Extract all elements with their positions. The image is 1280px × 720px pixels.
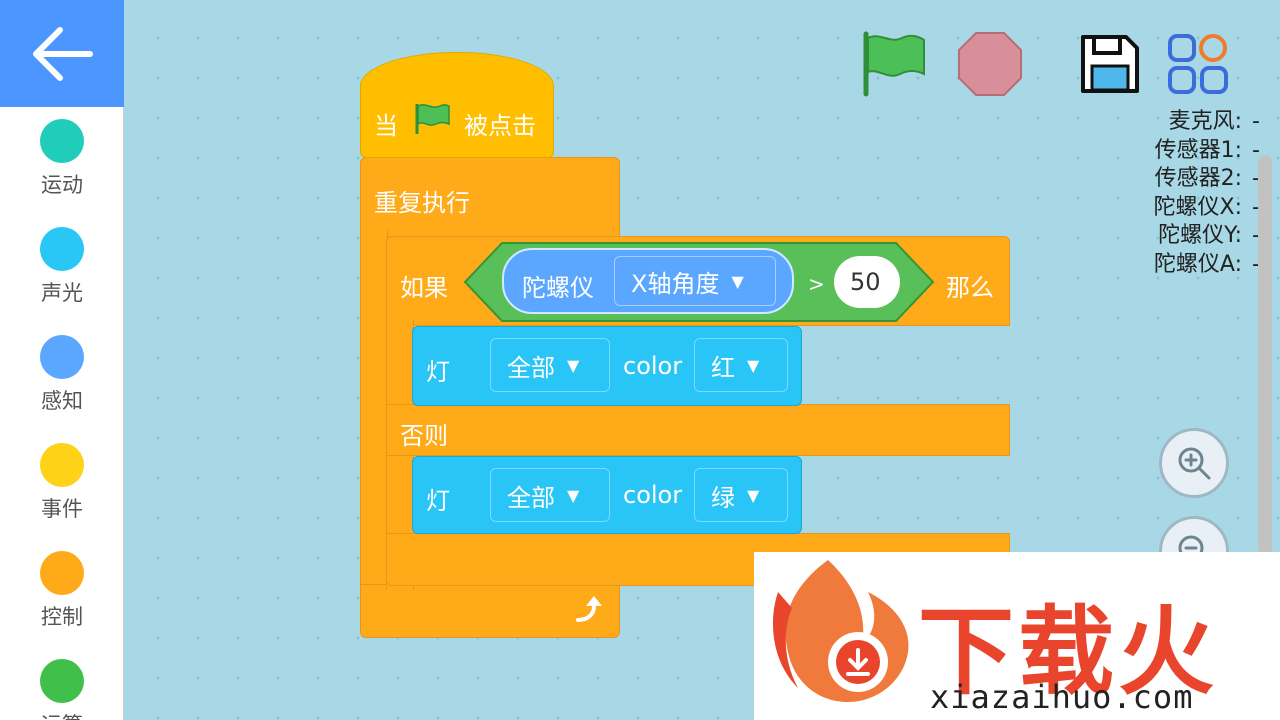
light-label-1: 灯 (426, 358, 450, 386)
gyro-label: 陀螺仪 (522, 274, 594, 302)
else-label: 否则 (400, 422, 448, 450)
light-color-dropdown-1[interactable]: 红 ▼ (694, 338, 788, 392)
category-label: 事件 (41, 497, 83, 521)
hat-flag-icon (414, 102, 450, 142)
category-label: 感知 (41, 389, 83, 413)
sensor-row-sensor2: 传感器2: - (1154, 165, 1260, 194)
hat-when-label: 当 (374, 112, 398, 140)
chevron-down-icon: ▼ (747, 485, 760, 505)
light-target-dropdown-2[interactable]: 全部 ▼ (490, 468, 610, 522)
chevron-down-icon: ▼ (567, 485, 580, 505)
sensor-label: 陀螺仪Y: (1158, 223, 1242, 248)
flame-logo-icon (772, 560, 909, 702)
category-control[interactable]: 控制 (0, 539, 123, 639)
category-dot-icon (40, 659, 84, 703)
category-label: 控制 (41, 605, 83, 629)
light-target-value: 全部 (507, 483, 555, 512)
run-button[interactable] (860, 30, 928, 102)
repeat-label: 重复执行 (374, 189, 470, 217)
sensor-row-sensor1: 传感器1: - (1154, 137, 1260, 166)
save-icon (1081, 35, 1139, 93)
category-dot-icon (40, 551, 84, 595)
color-word-1: color (623, 352, 683, 380)
category-motion[interactable]: 运动 (0, 107, 123, 207)
then-label: 那么 (946, 274, 994, 302)
chevron-down-icon: ▼ (731, 271, 744, 291)
chevron-down-icon: ▼ (747, 355, 760, 375)
category-dot-icon (40, 443, 84, 487)
category-sidebar: 运动 声光 感知 事件 控制 运算 (0, 107, 124, 720)
save-button[interactable] (1078, 32, 1142, 100)
arrow-left-icon (33, 26, 93, 81)
category-operators[interactable]: 运算 (0, 647, 123, 720)
category-label: 运算 (41, 709, 83, 720)
category-sensing[interactable]: 感知 (0, 323, 123, 423)
watermark-url: xiazaihuo.com (930, 678, 1194, 716)
stop-icon (958, 32, 1022, 96)
category-events[interactable]: 事件 (0, 431, 123, 531)
sensor-label: 麦克风: (1168, 109, 1242, 134)
category-dot-icon (40, 335, 84, 379)
category-dot-icon (40, 227, 84, 271)
sensor-label: 传感器2: (1154, 166, 1242, 191)
light-target-value: 全部 (507, 353, 555, 382)
back-button[interactable] (0, 0, 124, 107)
gyro-axis-dropdown[interactable]: X轴角度 ▼ (614, 256, 776, 306)
watermark-overlay: 下载火 xiazaihuo.com (754, 552, 1280, 720)
gt-operator: > (808, 272, 825, 296)
repeat-block-arm (360, 230, 388, 590)
light-target-dropdown-1[interactable]: 全部 ▼ (490, 338, 610, 392)
sensor-row-gyro-y: 陀螺仪Y: - (1154, 222, 1260, 251)
sensor-value: - (1252, 109, 1260, 134)
category-sound-light[interactable]: 声光 (0, 215, 123, 315)
threshold-value: 50 (850, 268, 881, 296)
stop-button[interactable] (956, 30, 1024, 102)
loop-arrow-icon (574, 596, 606, 630)
light-color-dropdown-2[interactable]: 绿 ▼ (694, 468, 788, 522)
chevron-down-icon: ▼ (567, 355, 580, 375)
hat-clicked-label: 被点击 (464, 112, 536, 140)
category-dot-icon (40, 119, 84, 163)
sensor-row-microphone: 麦克风: - (1154, 108, 1260, 137)
category-label: 声光 (41, 281, 83, 305)
sensor-label: 陀螺仪A: (1153, 251, 1242, 277)
green-flag-icon (863, 31, 925, 97)
apps-grid-icon (1168, 34, 1228, 94)
sensor-row-gyro-a: 陀螺仪A: - (1154, 251, 1260, 280)
color-word-2: color (623, 481, 683, 509)
sensor-label: 传感器1: (1154, 137, 1242, 163)
light-label-2: 灯 (426, 487, 450, 515)
gyro-axis-value: X轴角度 (631, 269, 720, 298)
light-color-value: 绿 (711, 483, 735, 512)
sensor-label: 陀螺仪X: (1153, 194, 1242, 220)
category-label: 运动 (41, 173, 83, 197)
workspace-scrollbar[interactable] (1258, 155, 1272, 555)
light-color-value: 红 (711, 353, 735, 382)
apps-button[interactable] (1166, 32, 1230, 100)
else-bar (386, 404, 1010, 456)
when-flag-clicked-block[interactable] (360, 52, 554, 158)
sensor-readouts: 麦克风: - 传感器1: - 传感器2: - 陀螺仪X: - 陀螺仪Y: - 陀螺仪A: - (1154, 108, 1260, 279)
zoom-in-icon (1178, 447, 1211, 480)
zoom-in-button[interactable] (1159, 428, 1229, 498)
if-label: 如果 (400, 274, 448, 302)
sensor-row-gyro-x: 陀螺仪X: - (1154, 194, 1260, 223)
